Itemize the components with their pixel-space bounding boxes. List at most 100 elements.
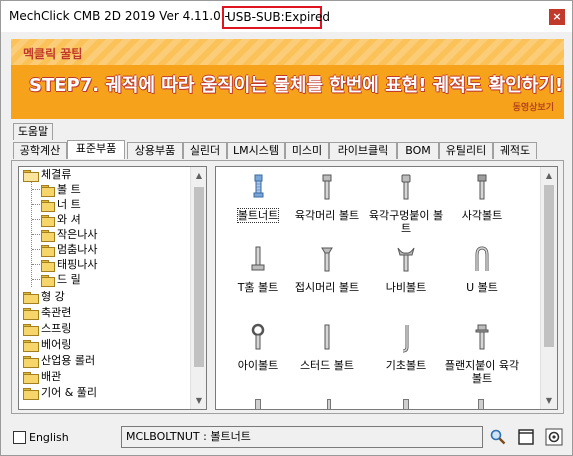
tab-engineering-calc[interactable]: 공학계산 [13,142,67,159]
tree-item-label: 작은나사 [57,228,98,241]
tree-branch [32,249,40,250]
folder-icon [41,199,55,212]
tree-item-label: 기어 & 풀리 [41,386,98,399]
folder-icon [23,339,39,352]
part-flange-bolt[interactable]: 플랜지붙이 육각볼트 [440,323,524,387]
tab-label: 궤적도 [499,144,531,157]
part-socket-bolt[interactable]: 육각구멍붙이 볼트 [364,173,448,237]
tab-cylinder[interactable]: 실린더 [183,142,227,159]
tree-branch [32,189,40,190]
tree-item-tapping-screw[interactable]: 태핑나사 [41,257,97,272]
part-label: 아이볼트 [237,359,279,372]
tree-item-washer[interactable]: 와 셔 [41,212,81,227]
tab-misumi[interactable]: 미스미 [285,142,329,159]
folder-icon [41,244,55,257]
scroll-thumb[interactable] [194,187,204,367]
tree-item-spring[interactable]: 스프링 [23,321,71,336]
tree-item-section-steel[interactable]: 형 강 [23,289,65,304]
tab-label: 미스미 [291,144,323,157]
window-title: MechClick CMB 2D 2019 Ver 4.11.0 - [9,9,229,23]
tree-item-label: 축관련 [41,306,72,319]
category-tree[interactable]: 체결류 볼 트 너 트 와 셔 작은나사 멈춤나사 태핑나사 드 릴 형 강 축… [18,166,207,410]
part-square-bolt[interactable]: 사각볼트 [440,173,524,223]
part-u-bolt[interactable]: U 볼트 [440,245,524,295]
tree-item-label: 와 셔 [57,213,81,226]
part-label: 사각볼트 [461,209,503,222]
banner-headline: STEP7. 궤적에 따라 움직이는 물체를 한번에 표현! 궤적도 확인하기! [29,75,564,96]
part-label: 육각구멍붙이 볼트 [368,209,444,235]
tree-item-bolt[interactable]: 볼 트 [41,182,81,197]
tree-item-label: 태핑나사 [57,258,98,271]
part-partial [403,399,409,409]
tree-item-fasteners[interactable]: 체결류 [23,167,71,182]
parts-grid[interactable]: 볼트너트 육각머리 볼트 육각구멍붙이 볼트 사각볼트 T홈 볼트 접시머리 볼… [215,166,558,410]
part-countersunk-bolt[interactable]: 접시머리 볼트 [285,245,369,295]
folder-icon [23,387,39,400]
banner-tag: 멕클릭 꿀팁 [23,47,83,61]
tab-trajectory[interactable]: 궤적도 [493,142,537,159]
folder-icon [23,323,39,336]
socket-bolt-icon [401,174,411,200]
close-button[interactable]: × [549,9,565,25]
folder-icon [23,291,39,304]
tree-item-set-screw[interactable]: 멈춤나사 [41,242,97,257]
tree-item-industrial-roller[interactable]: 산업용 롤러 [23,353,95,368]
tab-standard-parts[interactable]: 표준부품 [67,140,125,159]
tab-utility[interactable]: 유틸리티 [439,142,493,159]
folder-icon [23,355,39,368]
tab-label: 라이브클릭 [337,144,389,157]
tab-lm-system[interactable]: LM시스템 [227,142,285,159]
tab-help[interactable]: 도움말 [13,123,53,140]
tip-banner[interactable]: 멕클릭 꿀팁 STEP7. 궤적에 따라 움직이는 물체를 한번에 표현! 궤적… [11,39,564,119]
tab-label: 유틸리티 [445,144,487,157]
u-bolt-icon [475,246,489,271]
tab-bom[interactable]: BOM [397,142,439,159]
part-label: 스터드 볼트 [299,359,355,372]
tree-item-nut[interactable]: 너 트 [41,197,81,212]
search-icon[interactable] [489,428,507,446]
tab-label: BOM [405,144,431,157]
english-checkbox[interactable] [13,431,26,444]
tree-item-bearing[interactable]: 베어링 [23,337,71,352]
title-bar: MechClick CMB 2D 2019 Ver 4.11.0 - USB-S… [1,1,572,32]
settings-icon[interactable] [545,428,563,446]
scroll-up-arrow[interactable]: ▲ [541,167,557,184]
part-label: T홈 볼트 [237,281,279,294]
tab-commercial-parts[interactable]: 상용부품 [127,142,183,159]
folder-icon [41,229,55,242]
tree-branch [32,204,40,205]
window-icon[interactable] [517,428,535,446]
countersunk-bolt-icon [321,247,333,272]
grid-scrollbar[interactable]: ▲ ▼ [540,167,557,409]
folder-icon [41,214,55,227]
tree-item-drill[interactable]: 드 릴 [41,272,81,287]
tab-label: LM시스템 [233,144,279,157]
tree-item-gear-pulley[interactable]: 기어 & 풀리 [23,385,97,400]
english-label: English [29,431,69,444]
scroll-down-arrow[interactable]: ▼ [191,392,206,409]
scroll-up-arrow[interactable]: ▲ [191,167,206,184]
license-status: USB-SUB:Expired [227,10,330,24]
scroll-thumb[interactable] [544,185,554,347]
tree-item-shaft[interactable]: 축관련 [23,305,71,320]
part-foundation-bolt[interactable]: 기초볼트 [364,323,448,373]
tree-item-label: 형 강 [41,290,65,303]
tree-item-small-screw[interactable]: 작은나사 [41,227,97,242]
part-hex-bolt[interactable]: 육각머리 볼트 [285,173,369,223]
part-wing-bolt[interactable]: 나비볼트 [364,245,448,295]
tree-item-label: 멈춤나사 [57,243,98,256]
t-slot-bolt-icon [251,246,265,271]
folder-open-icon [23,169,39,182]
part-partial [327,399,331,409]
tab-live-click[interactable]: 라이브클릭 [329,142,397,159]
part-partial [478,399,484,409]
scroll-down-arrow[interactable]: ▼ [541,392,557,409]
part-label: 플랜지붙이 육각볼트 [444,359,520,385]
square-bolt-icon [477,174,487,200]
part-stud-bolt[interactable]: 스터드 볼트 [285,323,369,373]
tree-scrollbar[interactable]: ▲ ▼ [190,167,206,409]
video-link[interactable]: 동영상보기 [513,100,554,113]
wing-bolt-icon [397,247,415,272]
tree-item-label: 스프링 [41,322,72,335]
tree-item-piping[interactable]: 배관 [23,369,61,384]
